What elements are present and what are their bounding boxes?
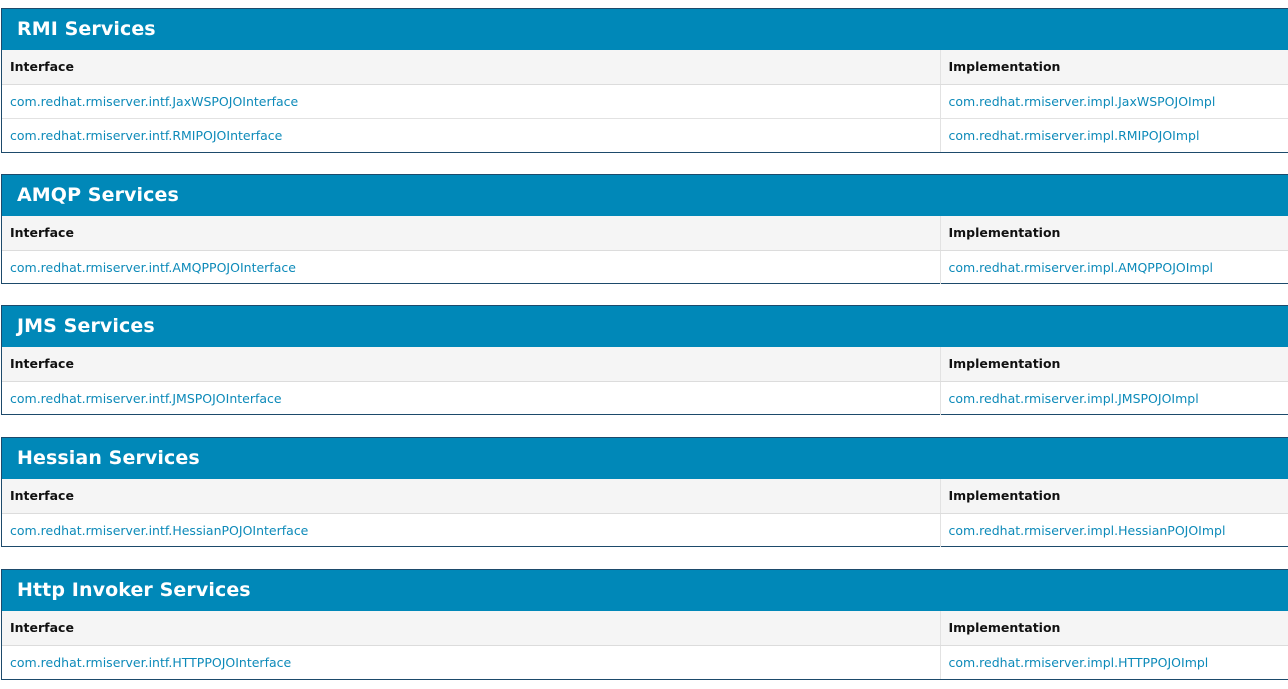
implementation-link[interactable]: com.redhat.rmiserver.impl.JMSPOJOImpl: [949, 391, 1199, 406]
services-table: Interface Implementation com.redhat.rmis…: [2, 611, 1288, 679]
implementation-cell: com.redhat.rmiserver.impl.AMQPPOJOImpl: [939, 250, 1288, 284]
service-panel-2: JMS Services Interface Implementation co…: [1, 305, 1288, 415]
interface-cell: com.redhat.rmiserver.intf.HessianPOJOInt…: [2, 513, 940, 547]
implementation-column-header: Implementation: [939, 479, 1288, 514]
implementation-cell: com.redhat.rmiserver.impl.JaxWSPOJOImpl: [939, 84, 1288, 118]
implementation-link[interactable]: com.redhat.rmiserver.impl.AMQPPOJOImpl: [949, 260, 1214, 275]
implementation-cell: com.redhat.rmiserver.impl.HTTPPOJOImpl: [939, 645, 1288, 679]
implementation-link[interactable]: com.redhat.rmiserver.impl.RMIPOJOImpl: [949, 128, 1200, 143]
interface-link[interactable]: com.redhat.rmiserver.intf.AMQPPOJOInterf…: [10, 260, 296, 275]
interface-cell: com.redhat.rmiserver.intf.JMSPOJOInterfa…: [2, 381, 940, 415]
service-panel-3: Hessian Services Interface Implementatio…: [1, 437, 1288, 547]
panel-title: RMI Services: [2, 9, 1288, 50]
interface-cell: com.redhat.rmiserver.intf.AMQPPOJOInterf…: [2, 250, 940, 284]
services-table: Interface Implementation com.redhat.rmis…: [2, 50, 1288, 152]
implementation-link[interactable]: com.redhat.rmiserver.impl.HessianPOJOImp…: [949, 523, 1226, 538]
panel-title: Hessian Services: [2, 438, 1288, 479]
table-header-row: Interface Implementation: [2, 216, 1288, 251]
service-panel-0: RMI Services Interface Implementation co…: [1, 8, 1288, 153]
services-table: Interface Implementation com.redhat.rmis…: [2, 216, 1288, 284]
implementation-column-header: Implementation: [939, 50, 1288, 85]
panel-title: Http Invoker Services: [2, 570, 1288, 611]
implementation-cell: com.redhat.rmiserver.impl.RMIPOJOImpl: [939, 117, 1288, 152]
table-header-row: Interface Implementation: [2, 347, 1288, 382]
panel-title: AMQP Services: [2, 175, 1288, 216]
table-row: com.redhat.rmiserver.intf.HTTPPOJOInterf…: [2, 645, 1288, 679]
implementation-column-header: Implementation: [939, 216, 1288, 251]
implementation-cell: com.redhat.rmiserver.impl.JMSPOJOImpl: [939, 381, 1288, 415]
services-table: Interface Implementation com.redhat.rmis…: [2, 347, 1288, 415]
interface-column-header: Interface: [2, 50, 940, 85]
table-header-row: Interface Implementation: [2, 479, 1288, 514]
services-table: Interface Implementation com.redhat.rmis…: [2, 479, 1288, 547]
interface-column-header: Interface: [2, 479, 940, 514]
interface-column-header: Interface: [2, 347, 940, 382]
interface-cell: com.redhat.rmiserver.intf.RMIPOJOInterfa…: [2, 117, 940, 152]
interface-link[interactable]: com.redhat.rmiserver.intf.HTTPPOJOInterf…: [10, 655, 291, 670]
table-row: com.redhat.rmiserver.intf.JMSPOJOInterfa…: [2, 381, 1288, 415]
implementation-cell: com.redhat.rmiserver.impl.HessianPOJOImp…: [939, 513, 1288, 547]
interface-cell: com.redhat.rmiserver.intf.JaxWSPOJOInter…: [2, 84, 940, 118]
table-row: com.redhat.rmiserver.intf.JaxWSPOJOInter…: [2, 84, 1288, 118]
interface-link[interactable]: com.redhat.rmiserver.intf.RMIPOJOInterfa…: [10, 128, 282, 143]
implementation-link[interactable]: com.redhat.rmiserver.impl.JaxWSPOJOImpl: [949, 94, 1216, 109]
implementation-column-header: Implementation: [939, 347, 1288, 382]
table-row: com.redhat.rmiserver.intf.HessianPOJOInt…: [2, 513, 1288, 547]
panel-title: JMS Services: [2, 306, 1288, 347]
interface-link[interactable]: com.redhat.rmiserver.intf.JaxWSPOJOInter…: [10, 94, 298, 109]
implementation-link[interactable]: com.redhat.rmiserver.impl.HTTPPOJOImpl: [949, 655, 1209, 670]
implementation-column-header: Implementation: [939, 611, 1288, 646]
service-panel-4: Http Invoker Services Interface Implemen…: [1, 569, 1288, 680]
table-header-row: Interface Implementation: [2, 611, 1288, 646]
interface-cell: com.redhat.rmiserver.intf.HTTPPOJOInterf…: [2, 645, 940, 679]
service-panel-1: AMQP Services Interface Implementation c…: [1, 174, 1288, 284]
table-header-row: Interface Implementation: [2, 50, 1288, 85]
table-row: com.redhat.rmiserver.intf.AMQPPOJOInterf…: [2, 250, 1288, 284]
interface-column-header: Interface: [2, 611, 940, 646]
table-row: com.redhat.rmiserver.intf.RMIPOJOInterfa…: [2, 117, 1288, 152]
interface-link[interactable]: com.redhat.rmiserver.intf.JMSPOJOInterfa…: [10, 391, 282, 406]
interface-link[interactable]: com.redhat.rmiserver.intf.HessianPOJOInt…: [10, 523, 308, 538]
interface-column-header: Interface: [2, 216, 940, 251]
